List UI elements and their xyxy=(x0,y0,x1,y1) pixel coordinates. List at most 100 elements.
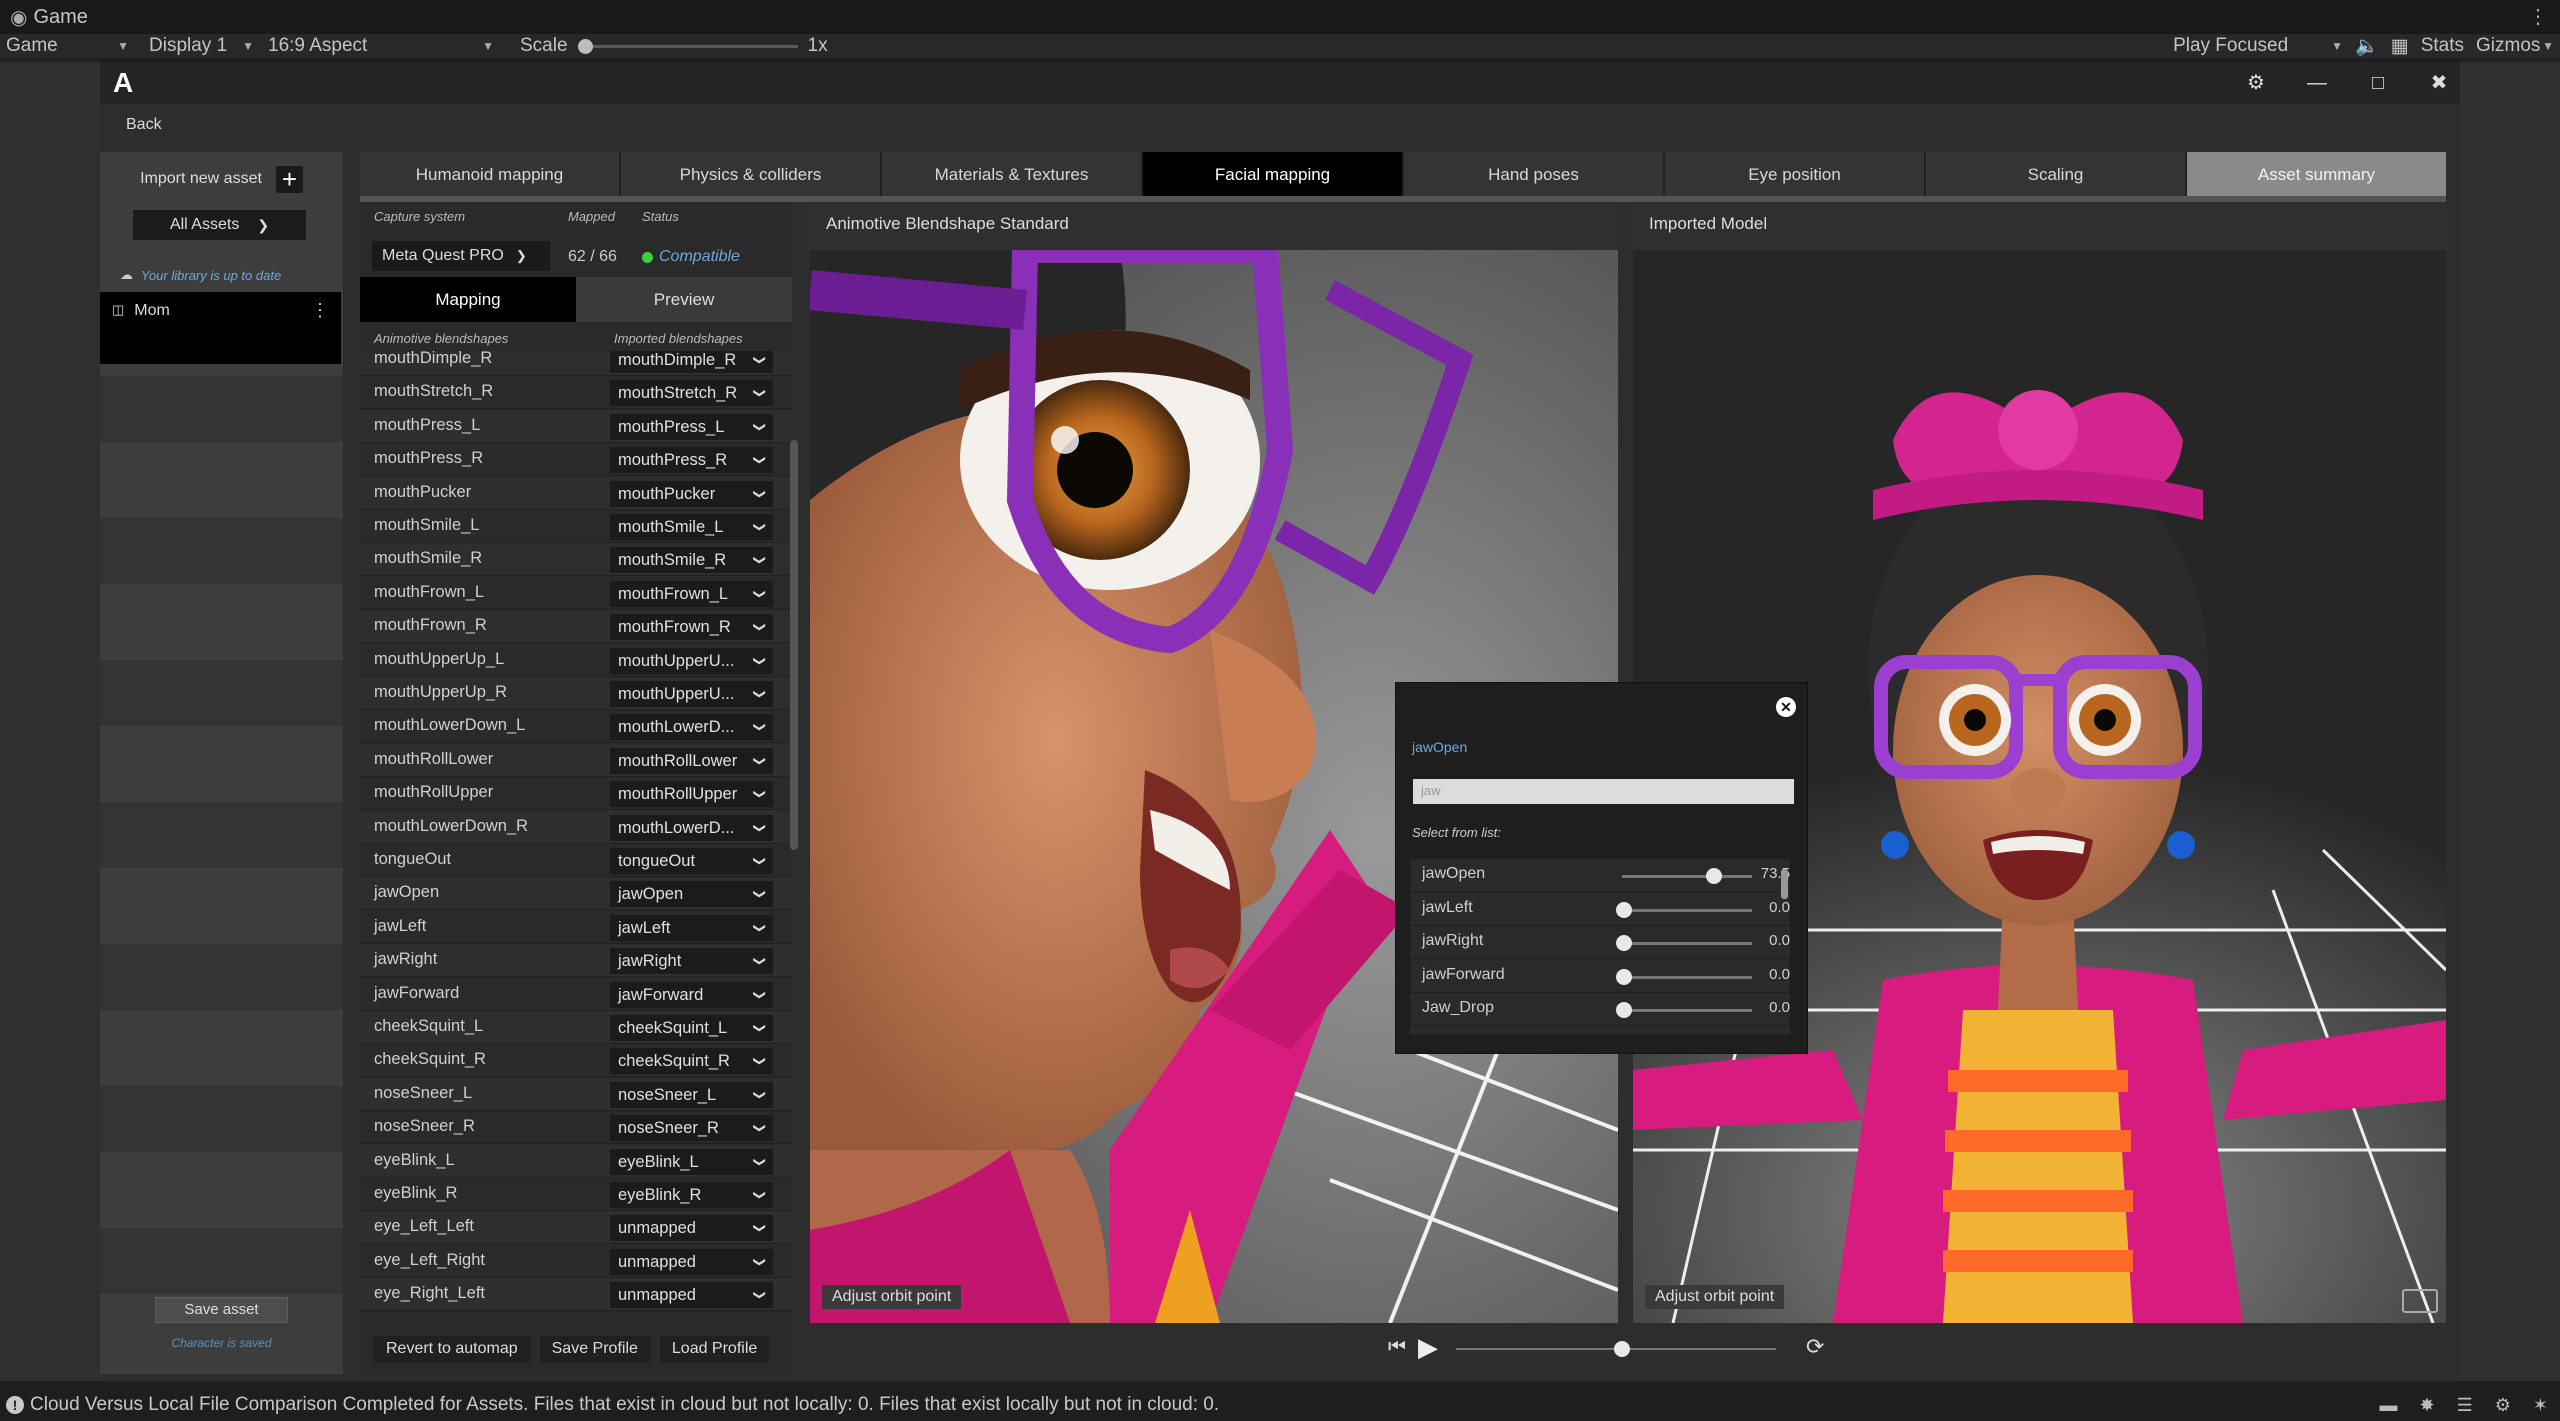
view-dropdown[interactable]: Game ▼ xyxy=(0,34,135,58)
status-message[interactable]: Cloud Versus Local File Comparison Compl… xyxy=(30,1394,1219,1416)
tab-preview[interactable]: Preview xyxy=(576,277,792,322)
slider-knob[interactable] xyxy=(1616,935,1632,951)
imported-blendshape-dropdown[interactable]: unmapped ❯ xyxy=(610,1248,773,1275)
blendshape-option[interactable]: jawLeft 0.0 xyxy=(1410,893,1790,926)
blendshape-search-input[interactable]: jaw xyxy=(1413,779,1794,804)
imported-blendshape-dropdown[interactable]: mouthPress_R ❯ xyxy=(610,447,773,474)
grid-icon[interactable]: ▦ xyxy=(2385,34,2415,58)
asset-list-item[interactable]: ◫ Mom ⋮ xyxy=(100,292,341,364)
debug-icon[interactable]: ⚙ xyxy=(2495,1395,2511,1416)
imported-blendshape-dropdown[interactable]: jawForward ❯ xyxy=(610,981,773,1008)
chevron-down-icon: ▼ xyxy=(117,39,129,53)
tab-mapping[interactable]: Mapping xyxy=(360,277,576,322)
tab-humanoid-mapping[interactable]: Humanoid mapping xyxy=(360,152,621,198)
keyboard-icon[interactable] xyxy=(2402,1289,2438,1313)
imported-blendshape-dropdown[interactable]: jawLeft ❯ xyxy=(610,914,773,941)
scale-slider-knob[interactable] xyxy=(577,38,593,54)
close-icon[interactable]: ✖ xyxy=(2424,68,2454,98)
slider-knob[interactable] xyxy=(1616,1002,1632,1018)
blendshape-option[interactable]: jawForward 0.0 xyxy=(1410,960,1790,993)
scale-slider[interactable] xyxy=(577,38,798,54)
tab-materials-textures[interactable]: Materials & Textures xyxy=(882,152,1143,198)
imported-blendshape-dropdown[interactable]: mouthDimple_R ❯ xyxy=(610,351,773,373)
blendshape-option[interactable]: Jaw_Drop 0.0 xyxy=(1410,993,1790,1026)
imported-blendshape-dropdown[interactable]: jawRight ❯ xyxy=(610,948,773,975)
imported-blendshape-dropdown[interactable]: noseSneer_R ❯ xyxy=(610,1115,773,1142)
more-options-icon[interactable]: ⋮ xyxy=(2528,4,2548,29)
imported-blendshape-dropdown[interactable]: mouthUpperU... ❯ xyxy=(610,647,773,674)
chevron-down-icon: ❯ xyxy=(752,1290,767,1301)
progress-icon[interactable]: ✶ xyxy=(2533,1395,2548,1416)
tab-hand-poses[interactable]: Hand poses xyxy=(1404,152,1665,198)
adjust-orbit-point-button[interactable]: Adjust orbit point xyxy=(1645,1285,1785,1309)
blendshape-weight-slider[interactable] xyxy=(1616,901,1752,918)
slider-knob[interactable] xyxy=(1616,901,1632,918)
aspect-dropdown[interactable]: 16:9 Aspect ▼ xyxy=(260,34,500,58)
connection-icon[interactable]: ▬ xyxy=(2380,1395,2398,1416)
blendshape-option[interactable]: jawOpen 73.5 xyxy=(1410,859,1790,892)
mute-audio-icon[interactable]: 🔈 xyxy=(2349,34,2385,58)
maximize-icon[interactable]: □ xyxy=(2363,68,2393,98)
save-profile-button[interactable]: Save Profile xyxy=(539,1336,650,1362)
tab-physics-colliders[interactable]: Physics & colliders xyxy=(621,152,882,198)
revert-automap-button[interactable]: Revert to automap xyxy=(374,1336,530,1362)
minimize-icon[interactable]: — xyxy=(2302,68,2332,98)
add-asset-button[interactable]: + xyxy=(275,165,303,193)
imported-blendshape-dropdown[interactable]: mouthUpperU... ❯ xyxy=(610,681,773,707)
asset-filter-dropdown[interactable]: All Assets ❯ xyxy=(133,210,306,240)
back-button[interactable]: Back xyxy=(126,116,162,134)
capture-system-dropdown[interactable]: Meta Quest PRO ❯ xyxy=(372,241,550,271)
save-asset-button[interactable]: Save asset xyxy=(155,1297,288,1323)
imported-blendshape-dropdown[interactable]: cheekSquint_R ❯ xyxy=(610,1048,773,1075)
blendshape-weight-slider[interactable] xyxy=(1622,868,1752,884)
display-dropdown[interactable]: Display 1 ▼ xyxy=(135,34,260,58)
adjust-orbit-point-button[interactable]: Adjust orbit point xyxy=(822,1285,962,1309)
play-mode-dropdown[interactable]: Play Focused ▼ xyxy=(2167,34,2349,58)
imported-blendshape-dropdown[interactable]: eyeBlink_R ❯ xyxy=(610,1182,773,1208)
slider-knob[interactable] xyxy=(1705,868,1722,884)
imported-blendshape-dropdown[interactable]: mouthSmile_R ❯ xyxy=(610,547,773,574)
close-icon[interactable]: ✕ xyxy=(1776,697,1796,717)
imported-blendshape-dropdown[interactable]: unmapped ❯ xyxy=(610,1282,773,1309)
load-profile-button[interactable]: Load Profile xyxy=(659,1336,770,1362)
imported-blendshape-dropdown[interactable]: mouthPress_L ❯ xyxy=(610,413,773,440)
imported-blendshape-dropdown[interactable]: mouthLowerD... ❯ xyxy=(610,814,773,841)
imported-blendshape-value: jawForward xyxy=(618,985,704,1004)
blendshape-option[interactable]: jawRight 0.0 xyxy=(1410,926,1790,959)
imported-blendshape-dropdown[interactable]: mouthLowerD... ❯ xyxy=(610,714,773,741)
blendshape-weight-slider[interactable] xyxy=(1616,935,1752,951)
play-icon[interactable]: ▶ xyxy=(1418,1332,1438,1363)
imported-blendshape-dropdown[interactable]: tongueOut ❯ xyxy=(610,848,773,874)
imported-blendshape-dropdown[interactable]: unmapped ❯ xyxy=(610,1215,773,1242)
tab-asset-summary[interactable]: Asset summary xyxy=(2187,152,2446,198)
library-status-text: Your library is up to date xyxy=(141,267,282,283)
blendshape-weight-slider[interactable] xyxy=(1616,1002,1752,1018)
stats-button[interactable]: Stats xyxy=(2415,34,2470,58)
mapping-scrollbar[interactable] xyxy=(790,440,798,850)
blendshape-weight-slider[interactable] xyxy=(1616,968,1752,985)
tab-facial-mapping[interactable]: Facial mapping xyxy=(1143,152,1404,198)
tab-scaling[interactable]: Scaling xyxy=(1926,152,2187,198)
imported-blendshape-dropdown[interactable]: mouthRollUpper ❯ xyxy=(610,781,773,808)
asset-options-icon[interactable]: ⋮ xyxy=(311,300,329,321)
imported-blendshape-dropdown[interactable]: mouthRollLower ❯ xyxy=(610,747,773,774)
gizmos-dropdown[interactable]: Gizmos ▼ xyxy=(2470,34,2560,58)
imported-blendshape-dropdown[interactable]: cheekSquint_L ❯ xyxy=(610,1015,773,1041)
layers-icon[interactable]: ☰ xyxy=(2457,1395,2473,1416)
popup-scrollbar[interactable] xyxy=(1781,869,1788,899)
imported-blendshape-dropdown[interactable]: mouthFrown_R ❯ xyxy=(610,614,773,641)
lighting-icon[interactable]: ✸ xyxy=(2420,1395,2435,1416)
imported-blendshape-dropdown[interactable]: mouthStretch_R ❯ xyxy=(610,380,773,407)
imported-blendshape-dropdown[interactable]: noseSneer_L ❯ xyxy=(610,1081,773,1108)
slider-knob[interactable] xyxy=(1616,968,1632,985)
timeline-knob[interactable] xyxy=(1613,1341,1630,1357)
imported-blendshape-dropdown[interactable]: jawOpen ❯ xyxy=(610,881,773,908)
tab-eye-position[interactable]: Eye position xyxy=(1665,152,1926,198)
imported-blendshape-dropdown[interactable]: mouthSmile_L ❯ xyxy=(610,514,773,540)
imported-blendshape-dropdown[interactable]: mouthFrown_L ❯ xyxy=(610,580,773,607)
skip-back-icon[interactable]: ⏮ xyxy=(1388,1336,1406,1359)
imported-blendshape-dropdown[interactable]: mouthPucker ❯ xyxy=(610,480,773,507)
imported-blendshape-dropdown[interactable]: eyeBlink_L ❯ xyxy=(610,1148,773,1175)
loop-icon[interactable]: ⟳ xyxy=(1806,1334,1824,1360)
settings-gear-icon[interactable]: ⚙ xyxy=(2241,68,2271,98)
